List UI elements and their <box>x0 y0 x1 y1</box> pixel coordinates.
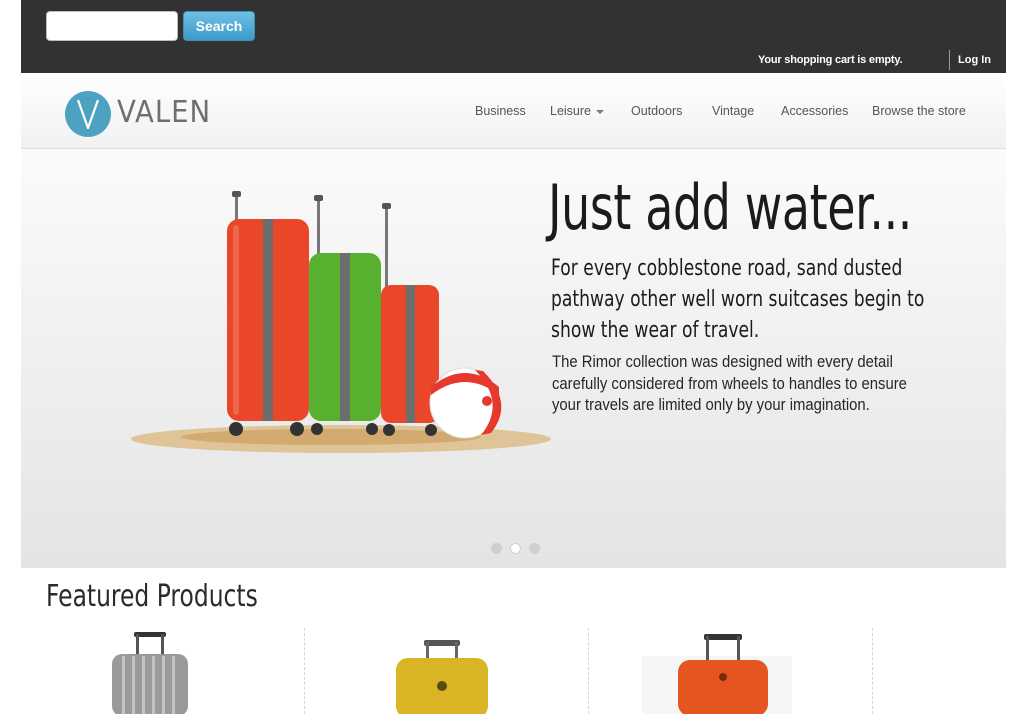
cart-status: Your shopping cart is empty. <box>758 54 903 66</box>
search-button[interactable]: Search <box>183 11 255 41</box>
hero-subtitle: For every cobblestone road, sand dusted … <box>551 256 925 343</box>
nav-leisure[interactable]: Leisure <box>550 104 604 118</box>
logo-v-icon[interactable] <box>65 91 111 137</box>
hero-title: Just add water... <box>548 171 912 244</box>
nav-outdoors[interactable]: Outdoors <box>631 104 682 118</box>
nav-accessories[interactable]: Accessories <box>781 104 848 118</box>
slide-indicator <box>491 543 548 561</box>
hero-body: The Rimor collection was designed with e… <box>552 353 907 415</box>
topbar-divider <box>949 50 950 70</box>
slide-dot-3[interactable] <box>529 543 540 554</box>
hero-banner: Just add water... For every cobblestone … <box>21 149 1006 568</box>
login-link[interactable]: Log In <box>958 54 991 66</box>
slide-dot-1[interactable] <box>491 543 502 554</box>
yellow-suitcase-icon[interactable] <box>392 630 492 714</box>
silver-suitcase-icon[interactable] <box>108 630 192 714</box>
nav-business[interactable]: Business <box>475 104 526 118</box>
product-divider <box>588 628 589 714</box>
featured-products-title: Featured Products <box>46 579 258 614</box>
luggage-beach-illustration <box>131 191 551 453</box>
top-bar: Search Your shopping cart is empty. Log … <box>21 0 1006 73</box>
chevron-down-icon <box>596 109 604 114</box>
logo-text[interactable]: VALEN <box>117 95 211 130</box>
orange-suitcase-icon[interactable] <box>642 630 792 714</box>
store-page: Search Your shopping cart is empty. Log … <box>0 0 1024 714</box>
site-header: VALEN Business Leisure Outdoors Vintage … <box>21 73 1006 149</box>
slide-dot-2[interactable] <box>510 543 521 554</box>
nav-browse-store[interactable]: Browse the store <box>872 104 966 118</box>
nav-leisure-label: Leisure <box>550 104 591 118</box>
product-divider <box>872 628 873 714</box>
product-divider <box>304 628 305 714</box>
search-input[interactable] <box>46 11 178 41</box>
nav-vintage[interactable]: Vintage <box>712 104 754 118</box>
